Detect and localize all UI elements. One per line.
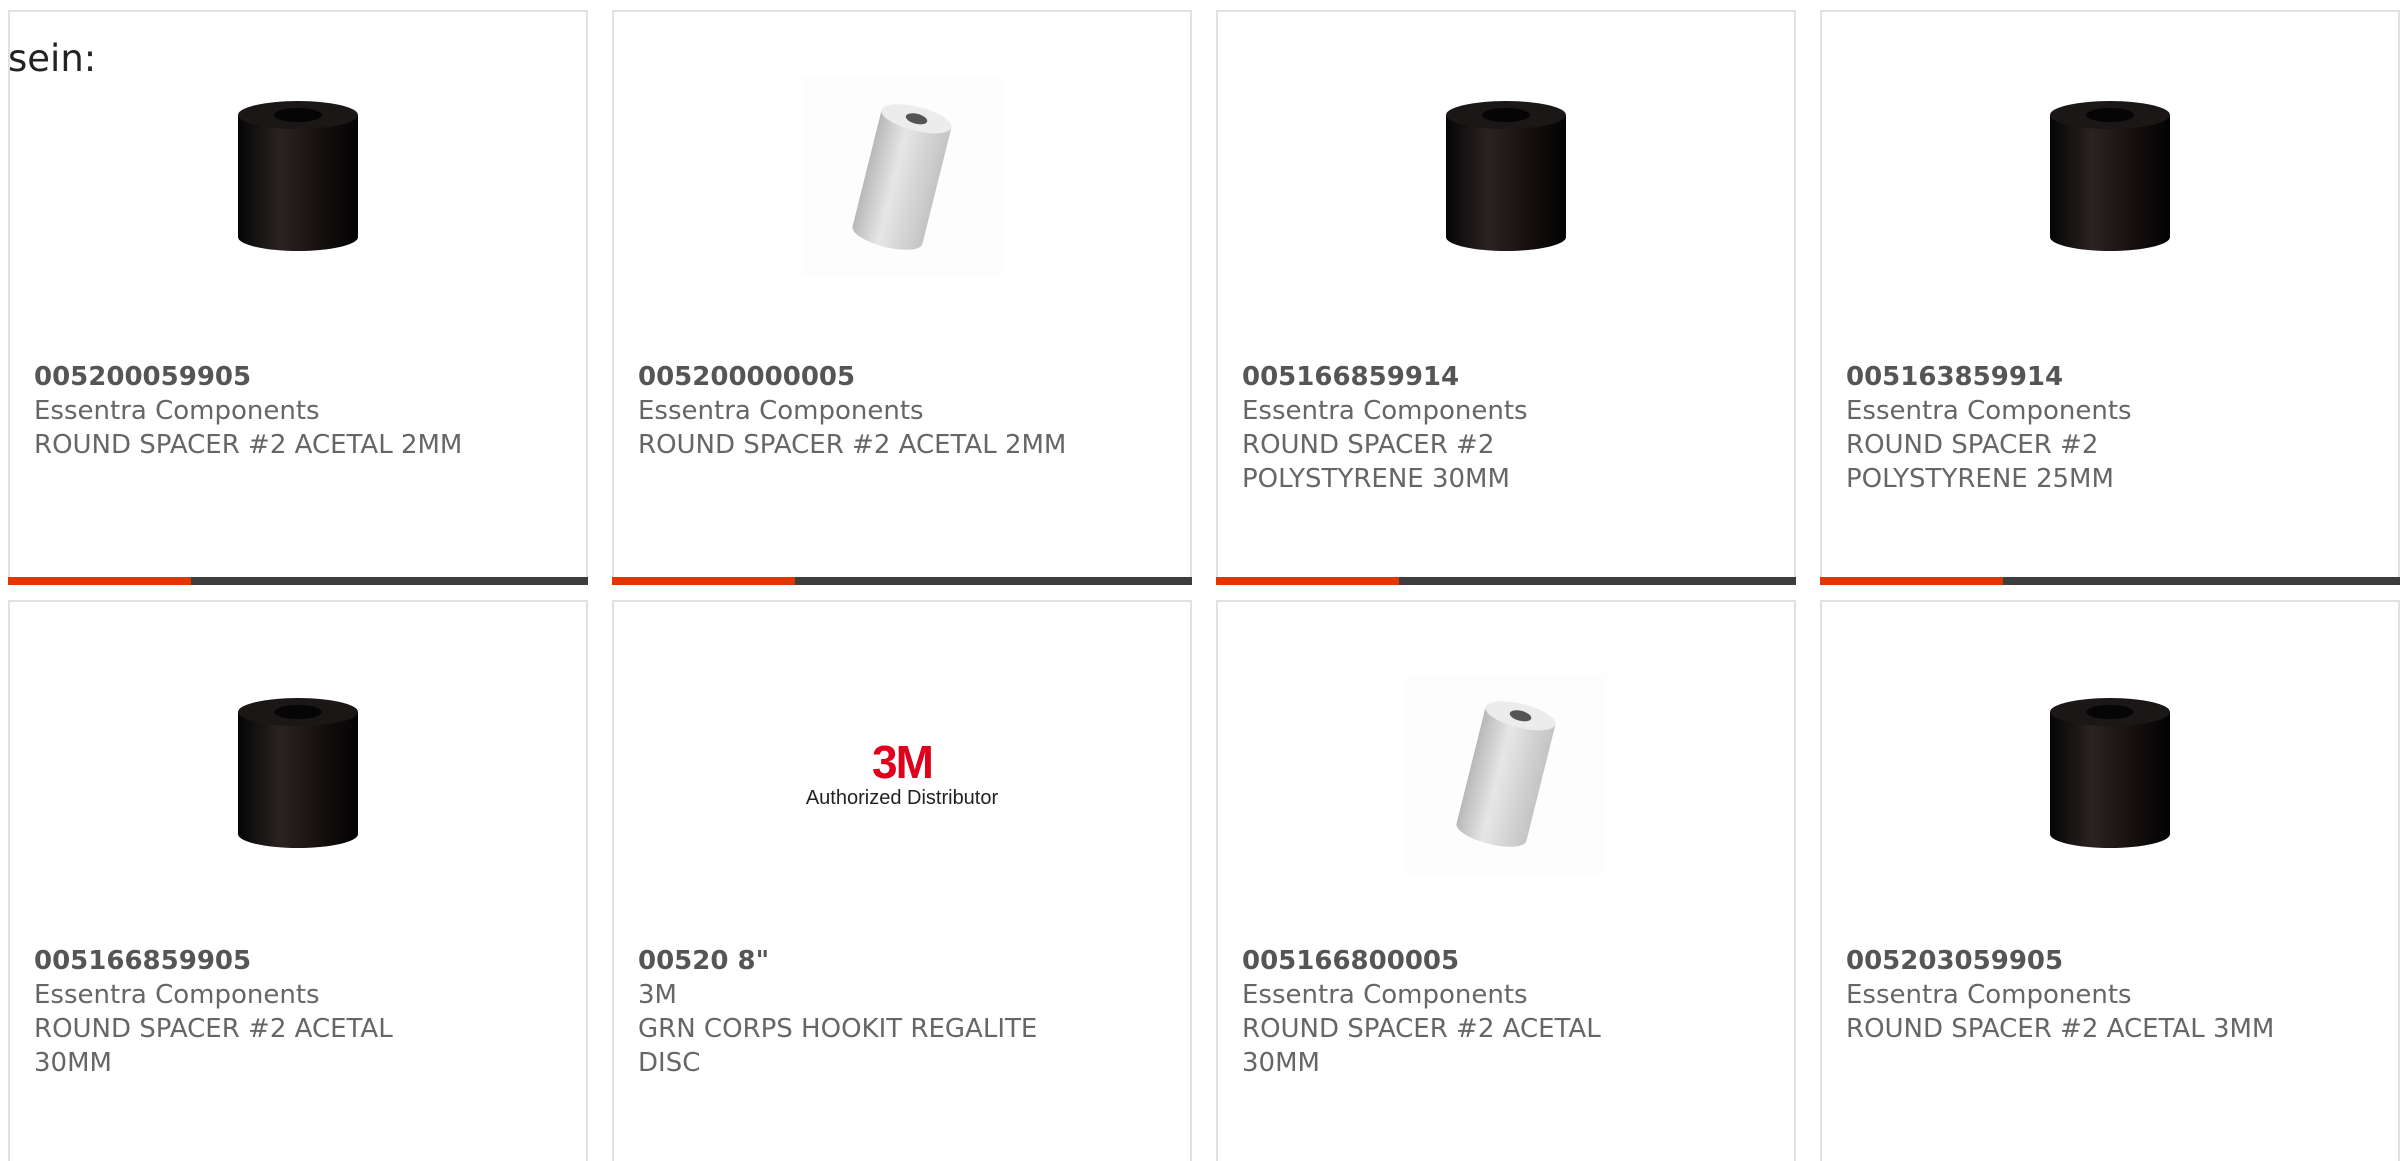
3m-logo-icon: 3M Authorized Distributor <box>802 739 1002 809</box>
product-image-black-spacer[interactable] <box>198 674 398 874</box>
description: ROUND SPACER #2 ACETAL 2MM <box>638 430 1067 460</box>
black-spacer-icon <box>2050 101 2170 251</box>
part-number[interactable]: 005200000005 <box>638 360 1158 394</box>
card-bottom-bar <box>1820 577 2400 585</box>
description: ROUND SPACER #2 ACETAL 30MM <box>34 1014 393 1078</box>
3m-logo-subtitle: Authorized Distributor <box>805 786 999 809</box>
manufacturer: Essentra Components <box>1846 396 2132 426</box>
card-bottom-bar <box>8 577 588 585</box>
card-bottom-bar <box>612 577 1192 585</box>
product-card[interactable]: 005166859905 Essentra Components ROUND S… <box>8 600 588 1161</box>
card-accent-bar <box>612 577 795 585</box>
part-number[interactable]: 005163859914 <box>1846 360 2366 394</box>
product-image-3m-logo[interactable]: 3M Authorized Distributor <box>802 674 1002 874</box>
product-image-black-spacer[interactable] <box>2010 77 2210 277</box>
product-card[interactable]: 005200059905 Essentra Components ROUND S… <box>8 10 588 585</box>
3m-logo-mark: 3M <box>872 735 934 788</box>
product-image-black-spacer[interactable] <box>2010 674 2210 874</box>
white-spacer-icon <box>802 77 1002 277</box>
manufacturer: Essentra Components <box>1242 396 1528 426</box>
part-number[interactable]: 00520 8" <box>638 944 1158 978</box>
black-spacer-icon <box>238 698 358 848</box>
card-accent-bar <box>1820 577 2003 585</box>
intro-text: sein: <box>8 37 97 80</box>
black-spacer-icon <box>1446 101 1566 251</box>
manufacturer: Essentra Components <box>1242 980 1528 1010</box>
part-number[interactable]: 005166859905 <box>34 944 554 978</box>
black-spacer-icon <box>2050 698 2170 848</box>
part-number[interactable]: 005203059905 <box>1846 944 2366 978</box>
description: ROUND SPACER #2 POLYSTYRENE 30MM <box>1242 430 1510 494</box>
product-card[interactable]: 3M Authorized Distributor 00520 8" 3M GR… <box>612 600 1192 1161</box>
manufacturer: Essentra Components <box>34 980 320 1010</box>
part-number[interactable]: 005166859914 <box>1242 360 1762 394</box>
description: ROUND SPACER #2 ACETAL 2MM <box>34 430 463 460</box>
product-grid-page: sein: 005200059905 Essentra Components R… <box>0 0 2400 1161</box>
manufacturer: 3M <box>638 980 677 1010</box>
manufacturer: Essentra Components <box>34 396 320 426</box>
black-spacer-icon <box>238 101 358 251</box>
description: ROUND SPACER #2 ACETAL 30MM <box>1242 1014 1601 1078</box>
white-spacer-icon <box>1406 674 1606 874</box>
card-accent-bar <box>8 577 191 585</box>
description: ROUND SPACER #2 POLYSTYRENE 25MM <box>1846 430 2114 494</box>
product-image-white-spacer[interactable] <box>802 77 1002 277</box>
product-card[interactable]: 005166800005 Essentra Components ROUND S… <box>1216 600 1796 1161</box>
product-image-black-spacer[interactable] <box>1406 77 1606 277</box>
product-card[interactable]: 005200000005 Essentra Components ROUND S… <box>612 10 1192 585</box>
product-card[interactable]: 005163859914 Essentra Components ROUND S… <box>1820 10 2400 585</box>
card-bottom-bar <box>1216 577 1796 585</box>
part-number[interactable]: 005200059905 <box>34 360 554 394</box>
description: ROUND SPACER #2 ACETAL 3MM <box>1846 1014 2275 1044</box>
card-accent-bar <box>1216 577 1399 585</box>
product-image-white-spacer[interactable] <box>1406 674 1606 874</box>
part-number[interactable]: 005166800005 <box>1242 944 1762 978</box>
description: GRN CORPS HOOKIT REGALITE DISC <box>638 1014 1038 1078</box>
product-card[interactable]: 005203059905 Essentra Components ROUND S… <box>1820 600 2400 1161</box>
manufacturer: Essentra Components <box>1846 980 2132 1010</box>
product-card[interactable]: 005166859914 Essentra Components ROUND S… <box>1216 10 1796 585</box>
product-image-black-spacer[interactable] <box>198 77 398 277</box>
manufacturer: Essentra Components <box>638 396 924 426</box>
